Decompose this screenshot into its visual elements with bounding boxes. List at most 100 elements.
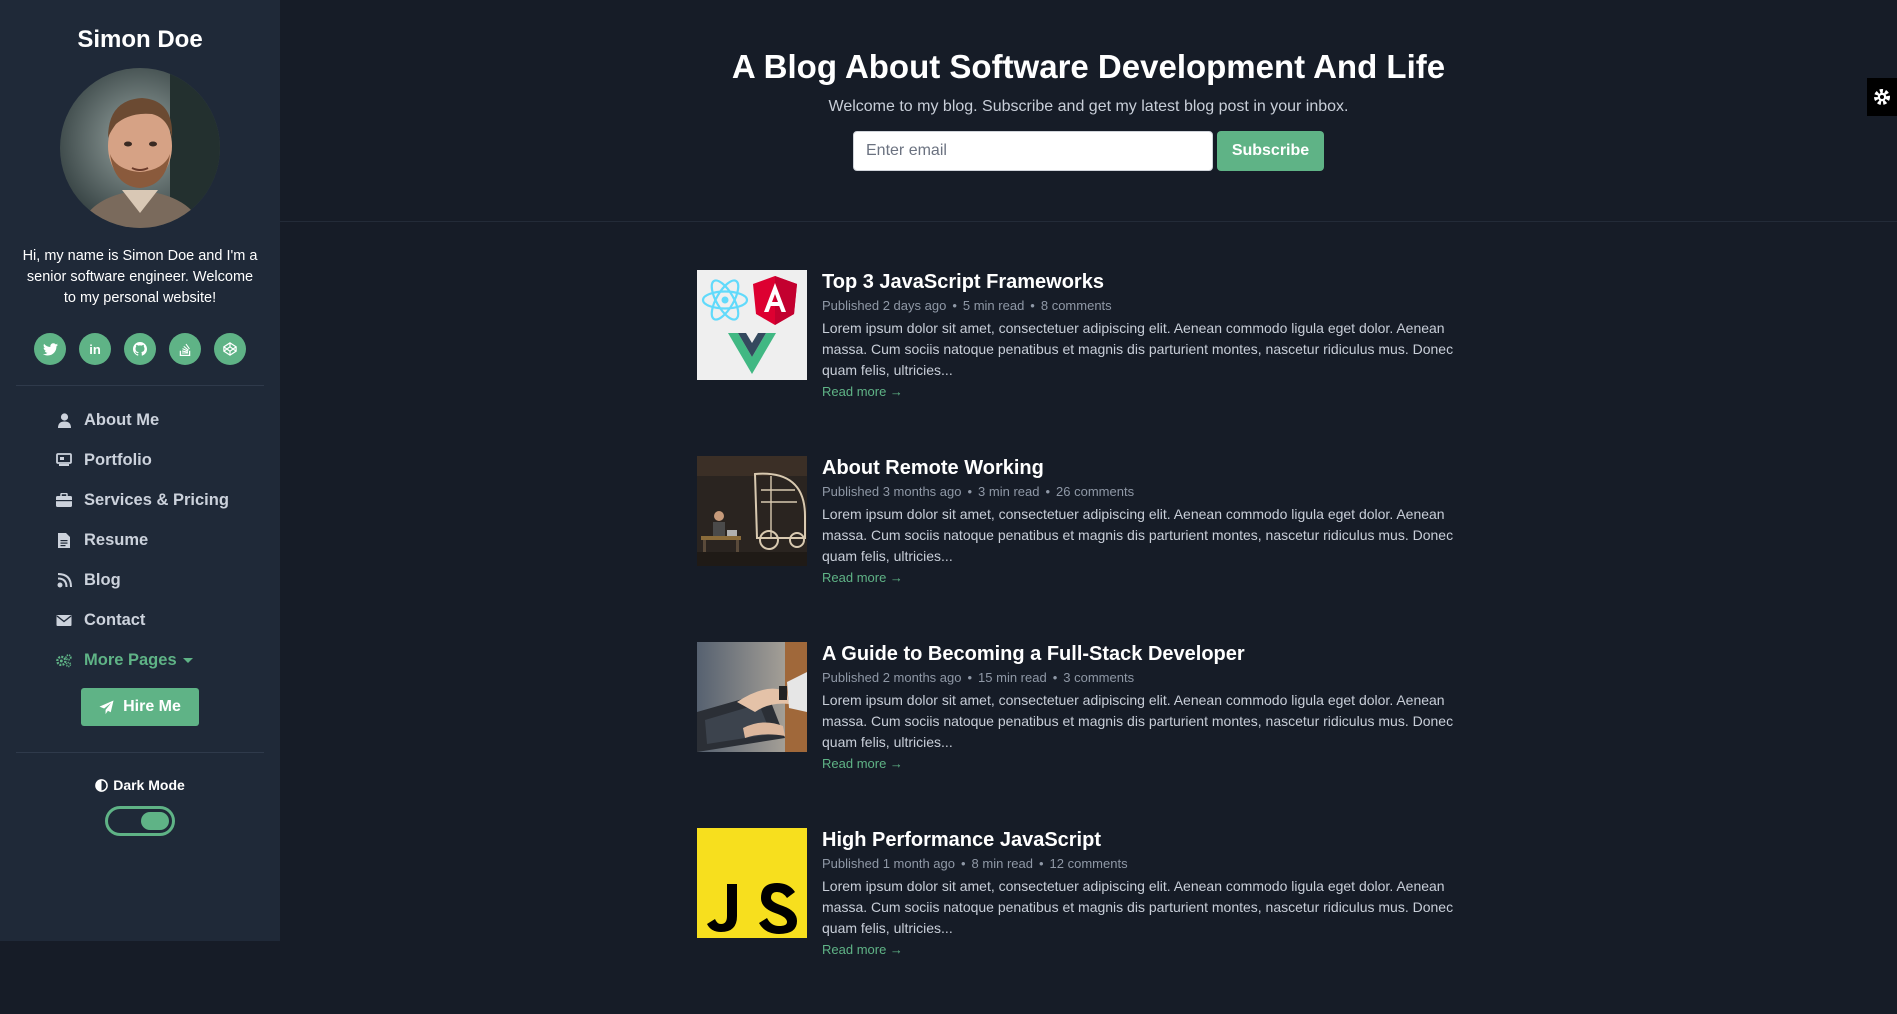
main-content: A Blog About Software Development And Li…: [280, 0, 1897, 957]
post-meta: Published 3 months ago • 3 min read • 26 com…: [822, 484, 1487, 499]
post-title[interactable]: A Guide to Becoming a Full-Stack Develop…: [822, 642, 1487, 666]
post-body: A Guide to Becoming a Full-Stack Develop…: [822, 642, 1487, 773]
post-read-time: 5 min read: [962, 298, 1025, 313]
post-item: A Guide to Becoming a Full-Stack Develop…: [697, 642, 1487, 828]
hire-me-button[interactable]: Hire Me: [81, 688, 199, 726]
paper-plane-icon: [99, 699, 114, 714]
post-item: Top 3 JavaScript Frameworks Published 2 …: [697, 270, 1487, 456]
meta-separator: •: [1052, 670, 1058, 685]
post-excerpt: Lorem ipsum dolor sit amet, consectetuer…: [822, 692, 1454, 750]
dark-mode-text: Dark Mode: [113, 777, 185, 793]
meta-separator: •: [967, 670, 973, 685]
read-more-link[interactable]: Read more →: [822, 756, 903, 771]
toggle-knob: [141, 812, 169, 830]
post-comments[interactable]: 26 comments: [1056, 484, 1134, 499]
page-title: A Blog About Software Development And Li…: [731, 48, 1446, 85]
nav-item-contact[interactable]: Contact: [56, 600, 280, 640]
meta-separator: •: [1045, 484, 1051, 499]
nav-label: Contact: [84, 610, 146, 629]
post-published: Published 3 months ago: [822, 484, 962, 499]
post-read-time: 8 min read: [971, 856, 1033, 871]
sidebar-divider: [16, 385, 264, 386]
linkedin-icon[interactable]: in: [79, 333, 111, 365]
post-meta: Published 2 months ago • 15 min read • 3 com…: [822, 670, 1487, 685]
post-thumbnail-remote-working[interactable]: [697, 456, 807, 566]
nav-label: More Pages: [84, 650, 177, 669]
post-published: Published 2 days ago: [822, 298, 947, 313]
post-thumbnail-frameworks[interactable]: [697, 270, 807, 380]
read-more-link[interactable]: Read more →: [822, 942, 903, 957]
sidebar: Simon Doe Hi, my name is Simon Doe and I…: [0, 0, 280, 941]
nav-item-services-pricing[interactable]: Services & Pricing: [56, 480, 280, 520]
nav-label: About Me: [84, 410, 160, 429]
nav-item-blog[interactable]: Blog: [56, 560, 280, 600]
github-icon[interactable]: [124, 333, 156, 365]
codepen-icon[interactable]: [214, 333, 246, 365]
post-comments[interactable]: 8 comments: [1041, 298, 1112, 313]
page-subtitle: Welcome to my blog. Subscribe and get my…: [828, 98, 1349, 115]
post-excerpt: Lorem ipsum dolor sit amet, consectetuer…: [822, 506, 1454, 564]
post-excerpt: Lorem ipsum dolor sit amet, consectetuer…: [822, 320, 1454, 378]
twitter-icon[interactable]: [34, 333, 66, 365]
post-title[interactable]: About Remote Working: [822, 456, 1487, 480]
site-name[interactable]: Simon Doe: [0, 26, 280, 54]
sidebar-nav: About Me Portfolio Services & Pricing Re…: [0, 400, 280, 680]
subscribe-button[interactable]: Subscribe: [1217, 131, 1324, 171]
envelope-icon: [56, 612, 72, 628]
nav-label: Portfolio: [84, 450, 152, 469]
post-meta: Published 1 month ago • 8 min read • 12 comm…: [822, 856, 1487, 871]
post-title[interactable]: Top 3 JavaScript Frameworks: [822, 270, 1487, 294]
file-icon: [56, 532, 72, 548]
user-icon: [56, 412, 72, 428]
social-links: in: [0, 333, 280, 365]
post-published: Published 1 month ago: [822, 856, 955, 871]
nav-label: Blog: [84, 570, 121, 589]
post-comments[interactable]: 3 comments: [1063, 670, 1134, 685]
post-item: About Remote Working Published 3 months …: [697, 456, 1487, 642]
post-body: About Remote Working Published 3 months …: [822, 456, 1487, 587]
nav-item-more-pages[interactable]: More Pages: [56, 640, 280, 680]
post-title[interactable]: High Performance JavaScript: [822, 828, 1487, 852]
subscribe-form: Subscribe: [280, 131, 1897, 171]
post-excerpt: Lorem ipsum dolor sit amet, consectetuer…: [822, 878, 1454, 936]
meta-separator: •: [967, 484, 973, 499]
adjust-icon: [95, 778, 109, 792]
blog-header: A Blog About Software Development And Li…: [280, 0, 1897, 222]
nav-label: Services & Pricing: [84, 490, 229, 509]
post-item: High Performance JavaScript Published 1 …: [697, 828, 1487, 1014]
avatar: [60, 68, 220, 228]
sidebar-divider-bottom: [16, 752, 264, 753]
meta-separator: •: [952, 298, 957, 313]
meta-separator: •: [1038, 856, 1044, 871]
nav-item-about-me[interactable]: About Me: [56, 400, 280, 440]
briefcase-icon: [56, 492, 72, 508]
nav-item-resume[interactable]: Resume: [56, 520, 280, 560]
meta-separator: •: [960, 856, 966, 871]
read-more-link[interactable]: Read more →: [822, 384, 903, 399]
post-comments[interactable]: 12 comments: [1050, 856, 1128, 871]
post-thumbnail-full-stack[interactable]: [697, 642, 807, 752]
chevron-down-icon: [182, 657, 193, 663]
read-more-link[interactable]: Read more →: [822, 570, 903, 585]
nav-item-portfolio[interactable]: Portfolio: [56, 440, 280, 480]
dark-mode-toggle[interactable]: [105, 806, 175, 836]
laptop-icon: [56, 452, 72, 468]
stackoverflow-icon[interactable]: [169, 333, 201, 365]
hire-me-label: Hire Me: [123, 698, 181, 715]
blog-icon: [56, 572, 72, 588]
post-list: Top 3 JavaScript Frameworks Published 2 …: [697, 270, 1487, 1014]
post-thumbnail-javascript[interactable]: [697, 828, 807, 938]
nav-label: Resume: [84, 530, 149, 549]
email-input[interactable]: [853, 131, 1213, 171]
post-read-time: 15 min read: [978, 670, 1047, 685]
settings-gear-button[interactable]: [1867, 78, 1897, 116]
bio: Hi, my name is Simon Doe and I'm a senio…: [22, 248, 258, 306]
post-published: Published 2 months ago: [822, 670, 962, 685]
post-body: Top 3 JavaScript Frameworks Published 2 …: [822, 270, 1487, 401]
post-body: High Performance JavaScript Published 1 …: [822, 828, 1487, 959]
post-meta: Published 2 days ago • 5 min read • 8 commen…: [822, 298, 1487, 313]
gear-icon: [1874, 89, 1890, 105]
dark-mode-label: Dark Mode: [0, 777, 280, 793]
meta-separator: •: [1030, 298, 1035, 313]
post-read-time: 3 min read: [978, 484, 1040, 499]
